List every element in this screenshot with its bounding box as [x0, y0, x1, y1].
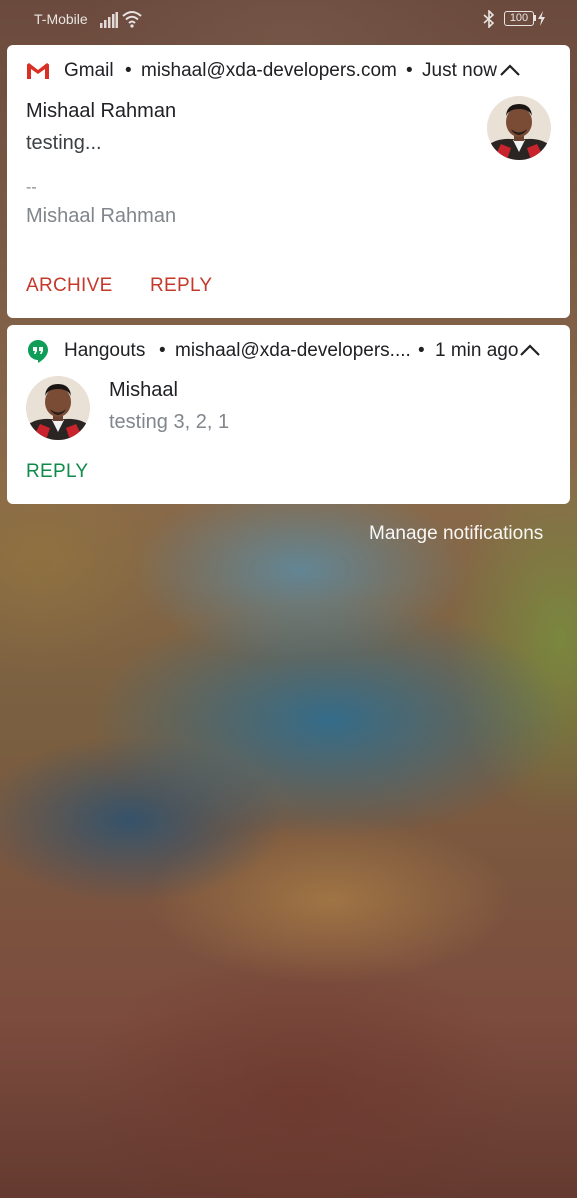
separator: • [159, 340, 166, 361]
signature-dashes: -- [26, 179, 37, 196]
battery-icon: 100 [504, 11, 534, 26]
archive-button[interactable]: ARCHIVE [26, 275, 113, 297]
bluetooth-icon [483, 10, 495, 28]
reply-button[interactable]: REPLY [150, 275, 212, 297]
sender-name: Mishaal Rahman [26, 100, 177, 122]
charging-icon [538, 11, 545, 26]
notification-header: Gmail • mishaal@xda-developers.com • Jus… [7, 59, 570, 83]
battery-tip [534, 15, 536, 21]
separator: • [125, 60, 132, 81]
message-text: testing 3, 2, 1 [109, 411, 230, 433]
account-label: mishaal@xda-developers.... [175, 340, 411, 361]
collapse-icon[interactable] [499, 63, 521, 77]
account-label: mishaal@xda-developers.com [141, 60, 397, 81]
timestamp: Just now [422, 60, 497, 81]
timestamp: 1 min ago [435, 340, 519, 361]
avatar [26, 376, 90, 440]
notification-header: Hangouts • mishaal@xda-developers.... • … [7, 339, 570, 363]
separator: • [406, 60, 413, 81]
gmail-icon [27, 63, 49, 79]
separator: • [418, 340, 425, 361]
wifi-icon [122, 11, 142, 28]
signal-icon [100, 12, 118, 28]
reply-button[interactable]: REPLY [26, 461, 88, 483]
collapse-icon[interactable] [519, 343, 541, 357]
message-text: testing... [26, 132, 102, 154]
status-bar: T-Mobile 100 [0, 0, 577, 38]
hangouts-icon [28, 340, 48, 363]
avatar [487, 96, 551, 160]
app-name: Hangouts [64, 340, 146, 361]
carrier-label: T-Mobile [34, 11, 88, 27]
sender-name: Mishaal [109, 379, 178, 401]
battery-level: 100 [509, 12, 529, 24]
gmail-notification[interactable]: Gmail • mishaal@xda-developers.com • Jus… [7, 45, 570, 318]
hangouts-notification[interactable]: Hangouts • mishaal@xda-developers.... • … [7, 325, 570, 504]
signature-name: Mishaal Rahman [26, 205, 177, 227]
manage-notifications-button[interactable]: Manage notifications [369, 523, 543, 545]
app-name: Gmail [64, 60, 114, 81]
